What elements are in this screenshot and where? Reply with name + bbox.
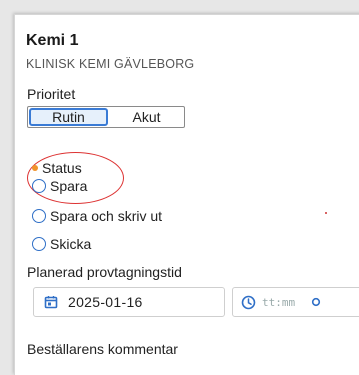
comment-label: Beställarens kommentar [27,341,178,357]
clock-icon[interactable] [241,295,256,310]
radio-skicka[interactable] [32,237,46,251]
radio-spara[interactable] [32,179,46,193]
date-value: 2025-01-16 [68,294,143,310]
time-clear-icon[interactable] [311,297,321,307]
status-label: Status [42,160,82,176]
status-option-label: Skicka [50,236,92,252]
priority-akut-button[interactable]: Akut [109,107,184,127]
lab-subtitle: KLINISK KEMI GÄVLEBORG [26,57,195,71]
priority-rutin-button[interactable]: Rutin [29,108,108,126]
status-option-label: Spara [50,178,88,194]
time-placeholder: tt:mm [262,295,296,309]
priority-label: Prioritet [27,86,76,102]
radio-spara-skriv-ut[interactable] [32,209,46,223]
status-option-spara-skriv-ut[interactable]: Spara och skriv ut [32,208,162,224]
panel-title: Kemi 1 [26,32,79,49]
planned-time-label: Planerad provtagningstid [27,264,182,280]
priority-segmented-control: Rutin Akut [27,106,185,128]
time-field[interactable]: tt:mm [232,287,359,317]
status-heading: Status [32,160,82,176]
status-option-skicka[interactable]: Skicka [32,236,91,252]
status-indicator-dot [32,165,38,171]
status-option-spara[interactable]: Spara [32,178,87,194]
date-field[interactable]: 2025-01-16 [33,287,225,317]
calendar-icon[interactable] [44,295,58,309]
red-mark [325,212,327,214]
status-option-label: Spara och skriv ut [50,208,163,224]
